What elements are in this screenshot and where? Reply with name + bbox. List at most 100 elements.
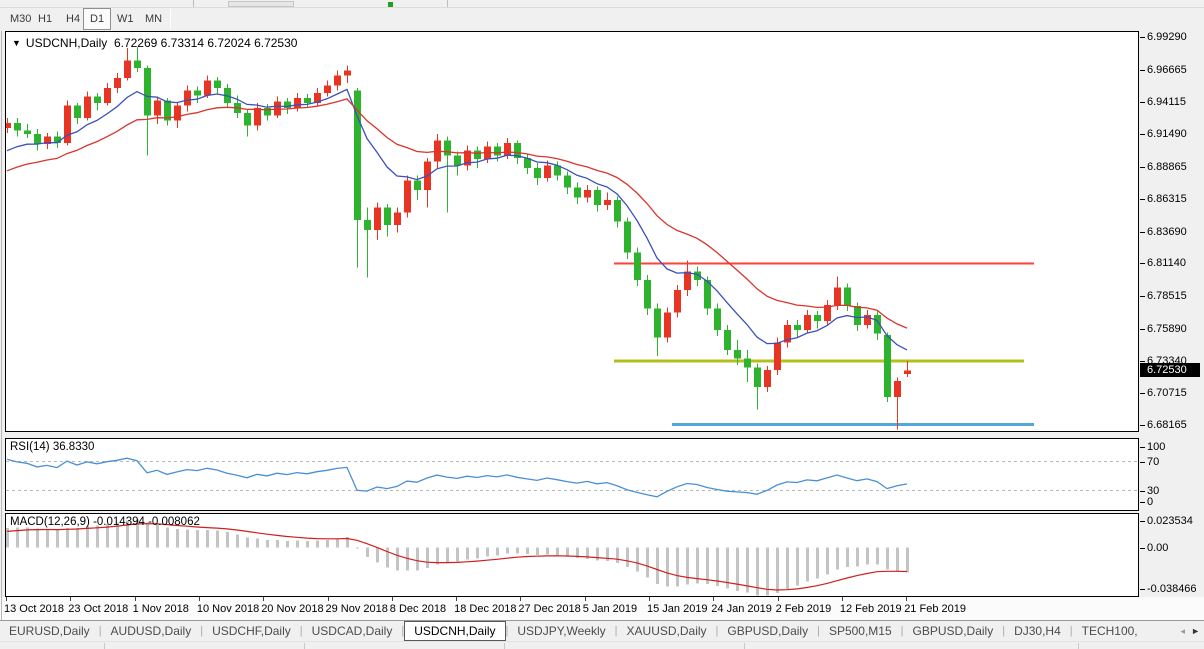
timeframe-button-h1[interactable]: H1	[32, 8, 58, 30]
timeframe-button-w1[interactable]: W1	[111, 8, 140, 30]
macd-histogram-bar	[696, 548, 699, 584]
candle	[814, 311, 821, 328]
date-axis-label: 12 Feb 2019	[840, 603, 902, 615]
chart-tabs-bar: EURUSD,Daily|AUDUSD,Daily|USDCHF,Daily|U…	[0, 620, 1204, 641]
candle	[294, 93, 301, 112]
candle	[114, 73, 121, 93]
price-axis-label: 6.91490	[1147, 128, 1187, 140]
candle	[884, 332, 891, 402]
macd-histogram-bar	[786, 548, 789, 589]
rsi-axis-tick	[1140, 491, 1145, 492]
macd-histogram-bar	[686, 548, 689, 585]
macd-histogram-bar	[516, 548, 519, 554]
date-axis-tick	[585, 597, 586, 601]
tab-usdcad-daily[interactable]: USDCAD,Daily	[303, 622, 402, 640]
price-axis-label: 6.88865	[1147, 161, 1187, 173]
macd-histogram-bar	[446, 548, 449, 563]
macd-histogram-bar	[216, 530, 219, 547]
date-axis-tick	[906, 597, 907, 601]
date-axis-label: 10 Nov 2018	[197, 603, 259, 615]
symbol-dropdown-icon[interactable]: ▼	[12, 38, 21, 48]
macd-histogram-bar	[546, 548, 549, 555]
macd-histogram-bar	[646, 548, 649, 578]
tab-sp500-m15[interactable]: SP500,M15	[820, 622, 901, 640]
main-chart-canvas[interactable]	[6, 32, 1138, 431]
macd-histogram-bar	[566, 548, 569, 557]
candle	[244, 109, 251, 136]
candle	[24, 124, 31, 138]
candle	[94, 93, 101, 110]
macd-panel: MACD(12,26,9) -0.014394 -0.008062	[5, 513, 1139, 597]
tabs-scroll-left-icon[interactable]: ◂	[1181, 626, 1186, 637]
macd-histogram-bar	[776, 548, 779, 593]
macd-histogram-bar	[486, 548, 489, 557]
candle	[174, 103, 181, 128]
tab-dj30-h4[interactable]: DJ30,H4	[1005, 622, 1070, 640]
macd-histogram-bar	[436, 548, 439, 565]
candle	[274, 97, 281, 118]
macd-axis[interactable]: 0.0235340.00-0.038466	[1140, 513, 1204, 597]
macd-axis-label: 0.00	[1147, 542, 1168, 554]
date-axis[interactable]: 13 Oct 201823 Oct 20181 Nov 201810 Nov 2…	[0, 597, 1204, 620]
macd-histogram-bar	[276, 540, 279, 547]
macd-histogram-bar	[376, 548, 379, 563]
rsi-axis[interactable]: 10070300	[1140, 438, 1204, 511]
macd-histogram-bar	[166, 528, 169, 548]
date-axis-label: 24 Jan 2019	[711, 603, 772, 615]
macd-histogram-bar	[616, 548, 619, 564]
macd-histogram-bar	[336, 538, 339, 547]
price-axis-tick	[1140, 329, 1145, 330]
candle	[794, 320, 801, 337]
tab-usdjpy-weekly[interactable]: USDJPY,Weekly	[508, 622, 614, 640]
tabs-scroll-right-icon[interactable]: ►	[1191, 626, 1200, 637]
candle	[654, 304, 661, 356]
tab-usdchf-daily[interactable]: USDCHF,Daily	[203, 622, 300, 640]
tabs-scroll-arrows: ◂►	[1181, 626, 1204, 637]
macd-histogram-bar	[36, 528, 39, 547]
chart-ohlc-values: 6.72269 6.73314 6.72024 6.72530	[114, 36, 298, 50]
candle	[74, 103, 81, 124]
macd-histogram-bar	[846, 548, 849, 568]
tab-xauusd-daily[interactable]: XAUUSD,Daily	[618, 622, 716, 640]
chart-title: ▼USDCNH,Daily 6.72269 6.73314 6.72024 6.…	[12, 36, 297, 50]
date-axis-tick	[135, 597, 136, 601]
candle	[574, 183, 581, 204]
date-axis-tick	[392, 597, 393, 601]
rsi-canvas[interactable]	[6, 439, 1138, 510]
macd-histogram-bar	[196, 530, 199, 547]
candle	[34, 129, 41, 150]
timeframe-button-mn[interactable]: MN	[139, 8, 168, 30]
tab-usdcnh-daily[interactable]: USDCNH,Daily	[404, 621, 505, 641]
macd-histogram-bar	[906, 548, 909, 573]
macd-histogram-bar	[426, 548, 429, 569]
macd-histogram-bar	[556, 548, 559, 556]
tab-audusd-daily[interactable]: AUDUSD,Daily	[102, 622, 201, 640]
date-axis-label: 27 Dec 2018	[518, 603, 580, 615]
candle	[714, 304, 721, 336]
candle	[454, 152, 461, 176]
date-axis-label: 8 Dec 2018	[390, 603, 446, 615]
price-axis-tick	[1140, 70, 1145, 71]
candle	[334, 71, 341, 91]
candle	[464, 145, 471, 170]
tab-eurusd-daily[interactable]: EURUSD,Daily	[0, 622, 99, 640]
candle	[374, 203, 381, 240]
candle	[404, 175, 411, 217]
tick-icon	[388, 2, 393, 7]
tab-gbpusd-daily[interactable]: GBPUSD,Daily	[904, 622, 1003, 640]
timeframe-toolbar: M30H1H4D1W1MN	[0, 8, 1204, 31]
macd-histogram-bar	[386, 548, 389, 568]
macd-axis-tick	[1140, 548, 1145, 549]
price-axis-label: 6.86315	[1147, 193, 1187, 205]
macd-histogram-bar	[306, 541, 309, 547]
rsi-axis-label: 30	[1147, 485, 1159, 497]
macd-histogram-bar	[476, 548, 479, 559]
timeframe-button-d1[interactable]: D1	[83, 8, 111, 30]
candle	[764, 366, 771, 392]
tab-tech100-[interactable]: TECH100,	[1073, 622, 1147, 640]
tab-gbpusd-daily[interactable]: GBPUSD,Daily	[718, 622, 817, 640]
candle	[824, 300, 831, 325]
ma-slow-line	[7, 99, 907, 328]
macd-histogram-bar	[656, 548, 659, 584]
date-axis-tick	[6, 597, 7, 601]
